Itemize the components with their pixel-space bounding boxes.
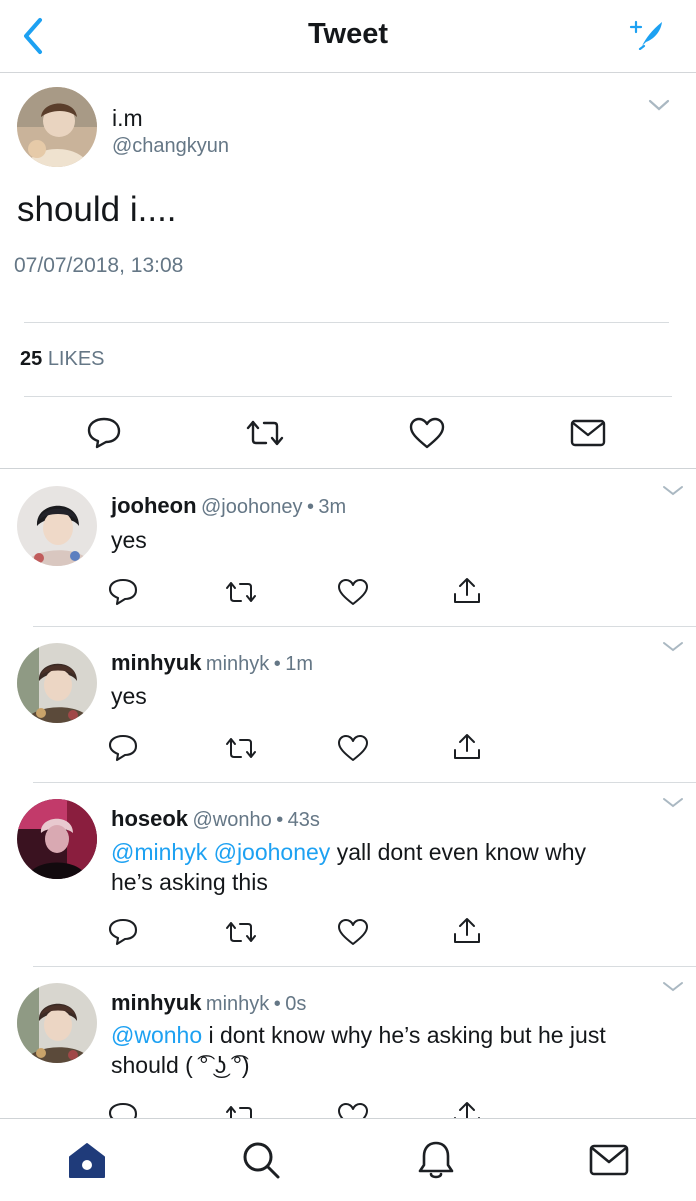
chevron-down-icon[interactable] <box>662 484 684 498</box>
reply-text-line2: he’s asking this <box>111 869 268 895</box>
reply-icon[interactable] <box>108 733 138 763</box>
messages-icon[interactable] <box>588 1143 630 1177</box>
reply-header: minhyuk minhyk • 0s <box>111 990 306 1016</box>
reply-time: 1m <box>285 653 313 675</box>
reply-text-line1: yes <box>111 683 147 709</box>
avatar[interactable] <box>17 486 97 566</box>
like-icon[interactable] <box>408 416 446 450</box>
page-title: Tweet <box>307 18 389 50</box>
message-icon[interactable] <box>569 418 607 448</box>
like-icon[interactable] <box>337 918 369 946</box>
retweet-icon[interactable] <box>224 920 258 946</box>
divider <box>0 468 696 469</box>
likes-row[interactable]: 25 LIKES <box>20 348 105 371</box>
separator-dot: • <box>273 993 281 1015</box>
separator-dot: • <box>273 653 281 675</box>
avatar[interactable] <box>17 643 97 723</box>
chevron-down-icon[interactable] <box>648 98 670 112</box>
divider <box>33 626 696 627</box>
reply-author-handle[interactable]: @wonho <box>192 809 271 831</box>
divider <box>33 782 696 783</box>
author-handle[interactable]: @changkyun <box>112 135 229 158</box>
reply-mentions[interactable]: @minhyk @joohoney <box>111 839 330 865</box>
reply-header: hoseok @wonho • 43s <box>111 806 320 832</box>
reply-mentions[interactable]: @wonho <box>111 1022 202 1048</box>
reply-text: @minhyk @joohoney yall dont even know wh… <box>111 837 681 897</box>
retweet-icon[interactable] <box>224 580 258 606</box>
reply-header: jooheon @joohoney • 3m <box>111 493 346 519</box>
top-bar: Tweet <box>0 0 696 73</box>
share-icon[interactable] <box>452 576 482 606</box>
tweet-text: should i.... <box>17 190 177 229</box>
retweet-icon[interactable] <box>224 736 258 762</box>
reply-author-handle[interactable]: minhyk <box>206 993 269 1015</box>
reply-icon[interactable] <box>108 917 138 947</box>
divider <box>24 322 669 323</box>
reply-text-line1: yes <box>111 527 147 553</box>
reply-text: @wonho i dont know why he’s asking but h… <box>111 1020 691 1080</box>
separator-dot: • <box>276 809 284 831</box>
reply-text-line1: i dont know why he’s asking but he just <box>202 1022 606 1048</box>
reply-author-name[interactable]: hoseok <box>111 806 188 831</box>
compose-icon[interactable] <box>628 16 668 51</box>
reply-header: minhyuk minhyk • 1m <box>111 650 313 676</box>
avatar[interactable] <box>17 983 97 1063</box>
divider <box>33 966 696 967</box>
chevron-down-icon[interactable] <box>662 640 684 654</box>
like-icon[interactable] <box>337 734 369 762</box>
author-name[interactable]: i.m <box>112 105 143 132</box>
reply-icon[interactable] <box>86 415 122 449</box>
likes-label: LIKES <box>47 348 105 370</box>
reply-author-name[interactable]: jooheon <box>111 493 197 518</box>
reply-text: yes <box>111 525 671 555</box>
reply-text-line1: yall dont even know why <box>330 839 587 865</box>
reply-author-handle[interactable]: minhyk <box>206 653 269 675</box>
reply-author-handle[interactable]: @joohoney <box>201 496 302 518</box>
notifications-icon[interactable] <box>416 1139 456 1181</box>
chevron-down-icon[interactable] <box>662 980 684 994</box>
divider <box>24 396 672 397</box>
search-icon[interactable] <box>240 1139 282 1181</box>
reply-time: 3m <box>318 496 347 518</box>
reply-text: yes <box>111 681 671 711</box>
likes-count: 25 <box>20 348 43 370</box>
reply-time: 0s <box>285 993 307 1015</box>
separator-dot: • <box>306 496 314 518</box>
share-icon[interactable] <box>452 916 482 946</box>
reply-text-line2: should ( ͡° ͜ʖ ͡°) <box>111 1052 250 1078</box>
share-icon[interactable] <box>452 732 482 762</box>
tweet-timestamp: 07/07/2018, 13:08 <box>14 254 184 277</box>
like-icon[interactable] <box>337 578 369 606</box>
home-icon[interactable] <box>66 1141 108 1181</box>
retweet-icon[interactable] <box>244 418 286 448</box>
reply-author-name[interactable]: minhyuk <box>111 990 201 1015</box>
avatar[interactable] <box>17 87 97 167</box>
reply-time: 43s <box>287 809 320 831</box>
avatar[interactable] <box>17 799 97 879</box>
bottom-nav <box>0 1118 696 1201</box>
reply-icon[interactable] <box>108 577 138 607</box>
reply-author-name[interactable]: minhyuk <box>111 650 201 675</box>
chevron-down-icon[interactable] <box>662 796 684 810</box>
